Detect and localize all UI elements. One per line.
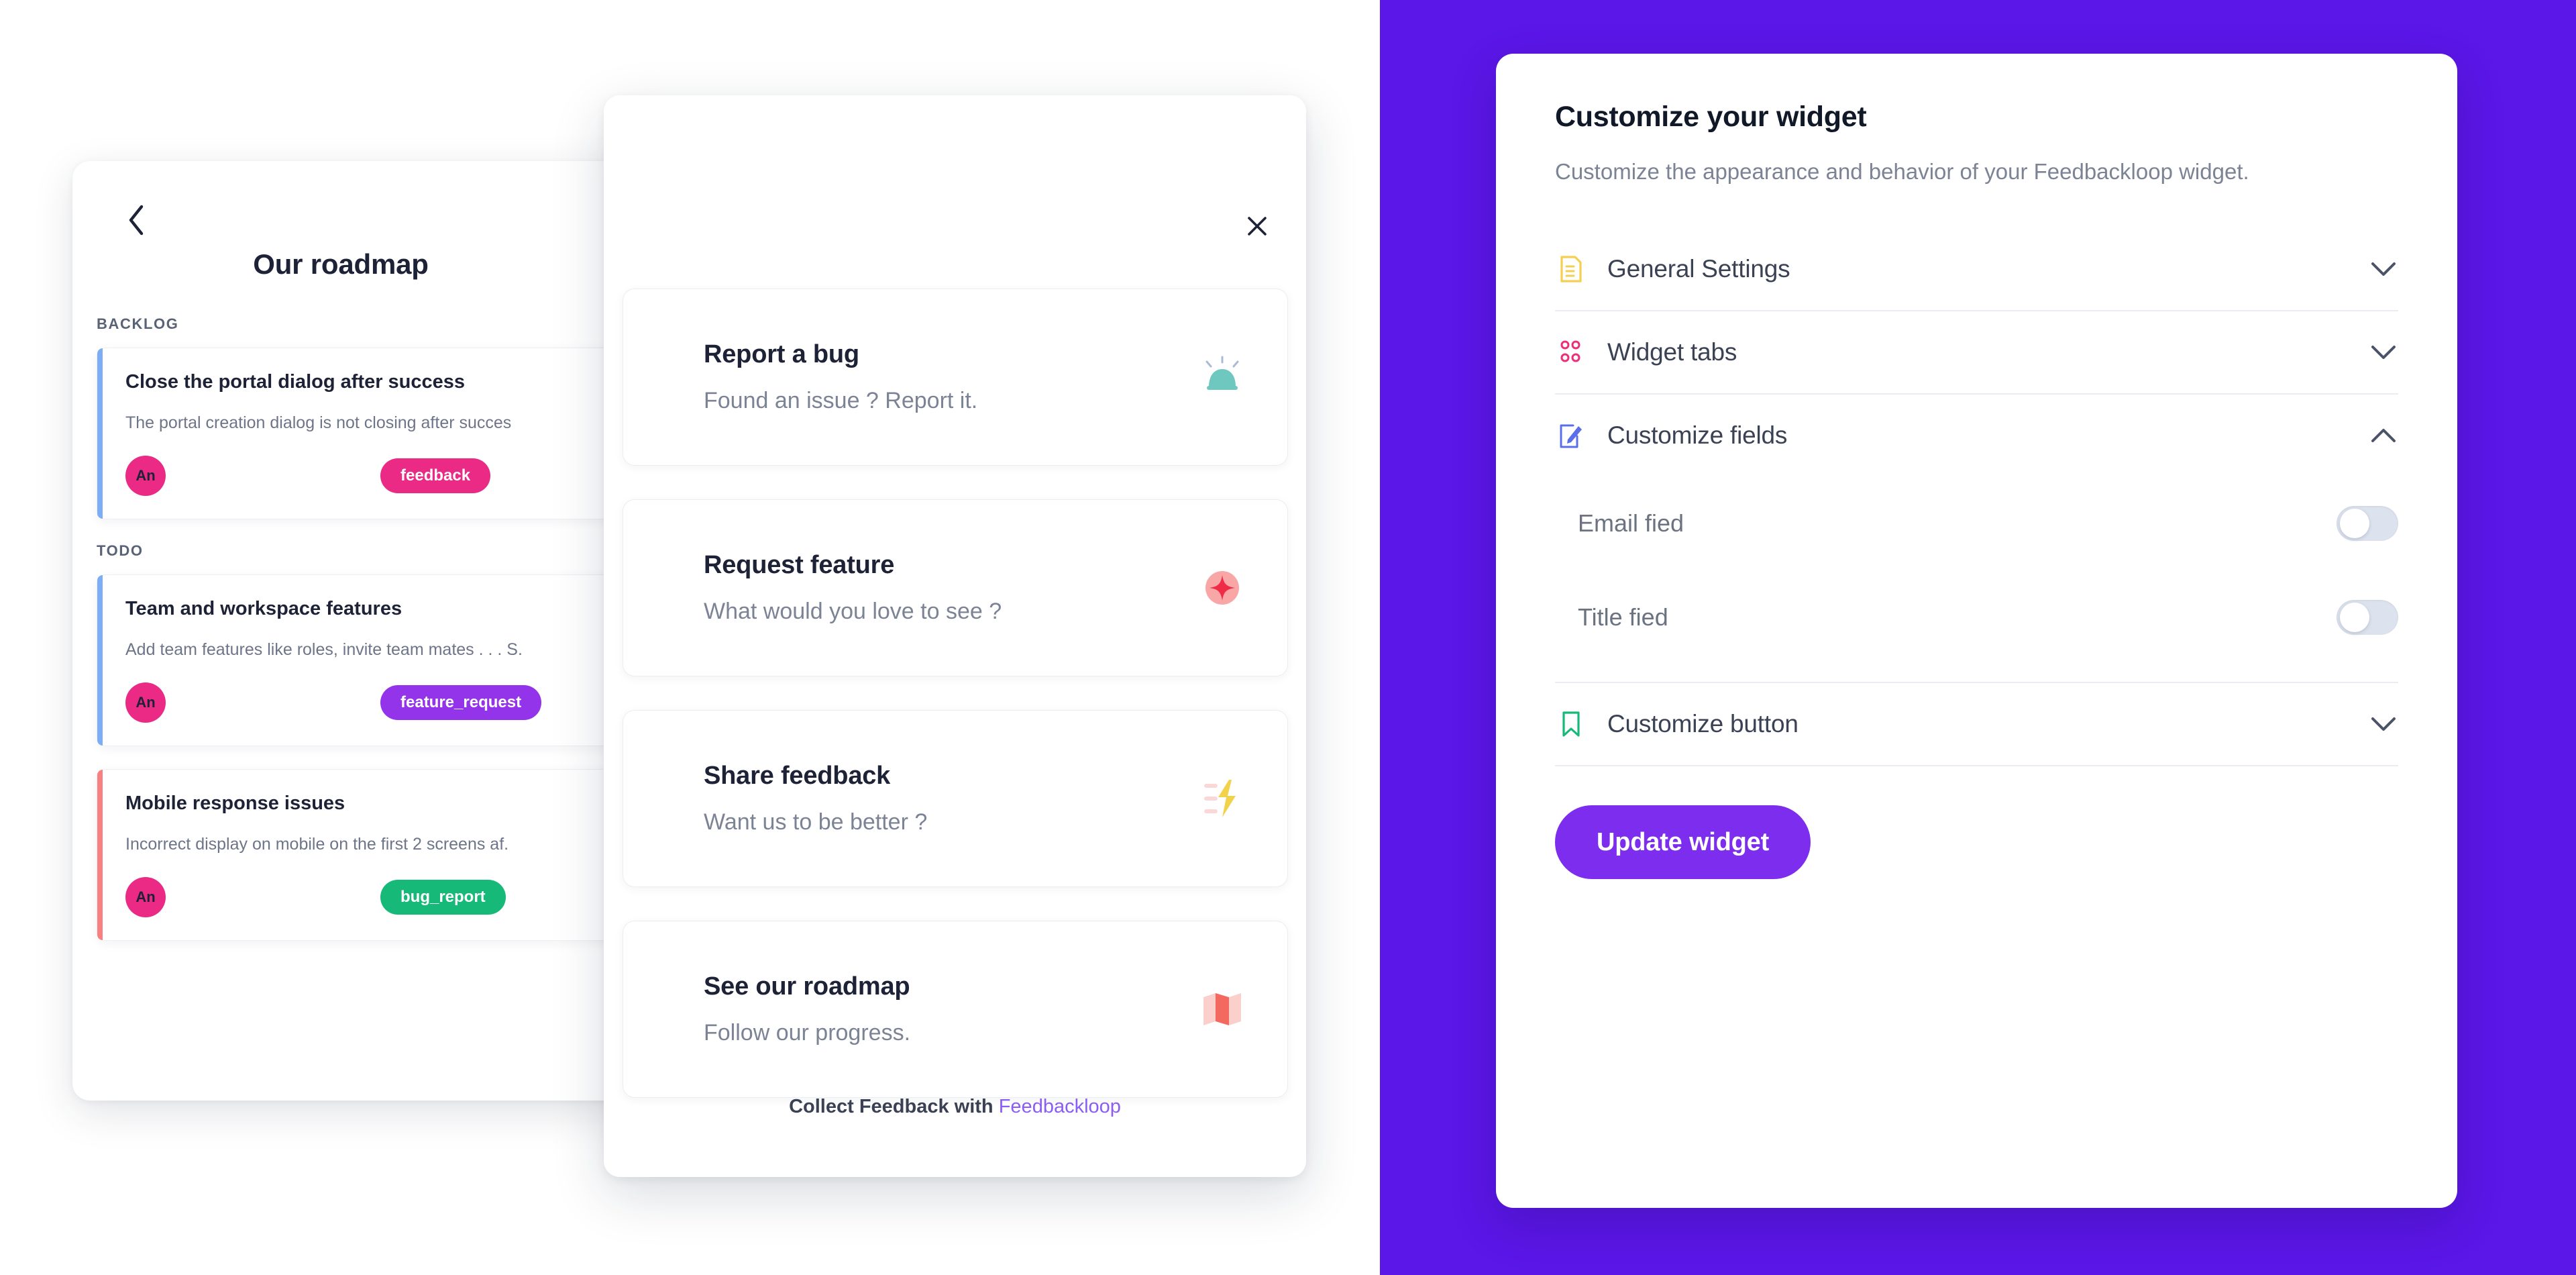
tab-title: Request feature: [704, 551, 895, 579]
roadmap-card[interactable]: Team and workspace features Add team fea…: [97, 574, 649, 746]
siren-alarm-icon: [1192, 347, 1252, 407]
chevron-down-icon[interactable]: [2369, 254, 2398, 284]
widget-tab-report-a-bug[interactable]: Report a bug Found an issue ? Report it.: [623, 289, 1288, 466]
card-title: Customize your widget: [1555, 101, 1867, 133]
widget-tab-see-our-roadmap[interactable]: See our roadmap Follow our progress.: [623, 921, 1288, 1098]
back-button[interactable]: [117, 200, 157, 240]
card-footer: An feedback: [125, 456, 649, 496]
section-customize-fields: Customize fields Email fied Title fied: [1555, 395, 2398, 684]
roadmap-card[interactable]: Close the portal dialog after success Th…: [97, 348, 649, 519]
status-badge: bug_report: [380, 880, 506, 915]
tab-title: Report a bug: [704, 340, 859, 368]
group-label: BACKLOG: [97, 315, 179, 332]
roadmap-group-backlog: BACKLOG Close the portal dialog after su…: [72, 315, 649, 519]
section-label: General Settings: [1607, 255, 1790, 283]
screenshot-root: Our roadmap BACKLOG Close the portal dia…: [0, 0, 2576, 1275]
title-field-toggle[interactable]: [2337, 600, 2398, 635]
chevron-left-icon: [127, 204, 147, 236]
card-title: Mobile response issues: [125, 793, 345, 814]
section-header-customize-button[interactable]: Customize button: [1555, 683, 2398, 765]
footer-label: Collect Feedback with: [789, 1096, 994, 1117]
tab-title: See our roadmap: [704, 972, 910, 1001]
avatar: An: [125, 682, 166, 723]
card-footer: An feature_request: [125, 682, 649, 723]
folded-map-icon: [1192, 979, 1252, 1039]
avatar: An: [125, 456, 166, 496]
email-field-toggle[interactable]: [2337, 506, 2398, 542]
toggle-knob: [2340, 603, 2369, 633]
field-row-email: Email fied: [1555, 476, 2398, 570]
tab-subtitle: Want us to be better ?: [704, 809, 928, 835]
footer-brand-link[interactable]: Feedbackloop: [999, 1096, 1121, 1117]
roadmap-group-todo: TODO Team and workspace features Add tea…: [72, 542, 649, 941]
tab-texts: Share feedback Want us to be better ?: [704, 762, 1192, 835]
page-title: Our roadmap: [253, 248, 429, 280]
sparkle-star-icon: [1192, 558, 1252, 618]
field-row-title: Title fied: [1555, 570, 2398, 664]
tab-texts: See our roadmap Follow our progress.: [704, 972, 1192, 1046]
chevron-down-icon[interactable]: [2369, 709, 2398, 739]
chevron-down-icon[interactable]: [2369, 338, 2398, 367]
section-label: Widget tabs: [1607, 338, 1737, 366]
card-description: Incorrect display on mobile on the first…: [125, 835, 509, 854]
pencil-edit-icon: [1555, 419, 1587, 452]
tab-subtitle: What would you love to see ?: [704, 599, 1002, 624]
tab-texts: Request feature What would you love to s…: [704, 551, 1192, 625]
status-badge: feedback: [380, 458, 491, 493]
update-widget-button[interactable]: Update widget: [1555, 805, 1811, 880]
roadmap-panel: Our roadmap BACKLOG Close the portal dia…: [72, 161, 649, 1101]
status-badge: feature_request: [380, 685, 542, 720]
toggle-knob: [2340, 509, 2369, 539]
card-description: Add team features like roles, invite tea…: [125, 640, 523, 659]
section-header-widget-tabs[interactable]: Widget tabs: [1555, 311, 2398, 393]
card-title: Close the portal dialog after success: [125, 371, 466, 393]
section-general-settings: General Settings: [1555, 228, 2398, 312]
tab-subtitle: Found an issue ? Report it.: [704, 388, 978, 413]
document-icon: [1555, 253, 1587, 285]
card-subtitle: Customize the appearance and behavior of…: [1555, 159, 2249, 184]
section-label: Customize button: [1607, 710, 1799, 738]
card-description: The portal creation dialog is not closin…: [125, 413, 512, 432]
avatar: An: [125, 877, 166, 917]
section-header-customize-fields[interactable]: Customize fields: [1555, 395, 2398, 476]
widget-tab-request-feature[interactable]: Request feature What would you love to s…: [623, 499, 1288, 676]
tab-subtitle: Follow our progress.: [704, 1020, 911, 1046]
section-customize-button: Customize button: [1555, 683, 2398, 767]
bookmark-icon: [1555, 708, 1587, 740]
section-header-general-settings[interactable]: General Settings: [1555, 228, 2398, 310]
widget-tab-list: Report a bug Found an issue ? Report it.: [623, 289, 1288, 1131]
customize-widget-card: Customize your widget Customize the appe…: [1496, 54, 2457, 1208]
modal-footer: Collect Feedback with Feedbackloop: [604, 1096, 1306, 1118]
close-button[interactable]: [1239, 209, 1275, 246]
tab-texts: Report a bug Found an issue ? Report it.: [704, 340, 1192, 414]
customize-fields-body: Email fied Title fied: [1555, 476, 2398, 682]
grid-dots-icon: [1555, 336, 1587, 368]
roadmap-card[interactable]: Mobile response issues Incorrect display…: [97, 769, 649, 941]
widget-tab-share-feedback[interactable]: Share feedback Want us to be better ?: [623, 710, 1288, 887]
widget-preview-modal: Report a bug Found an issue ? Report it.: [604, 95, 1306, 1177]
card-footer: An bug_report: [125, 877, 649, 917]
tab-title: Share feedback: [704, 762, 891, 790]
field-label: Title fied: [1578, 603, 1668, 631]
field-label: Email fied: [1578, 509, 1684, 538]
chevron-up-icon[interactable]: [2369, 421, 2398, 450]
close-icon: [1244, 213, 1271, 243]
group-label: TODO: [97, 542, 144, 559]
section-label: Customize fields: [1607, 421, 1788, 450]
feedback-lightning-icon: [1192, 768, 1252, 829]
card-title: Team and workspace features: [125, 598, 402, 619]
section-widget-tabs: Widget tabs: [1555, 311, 2398, 395]
roadmap-groups: BACKLOG Close the portal dialog after su…: [72, 315, 649, 964]
